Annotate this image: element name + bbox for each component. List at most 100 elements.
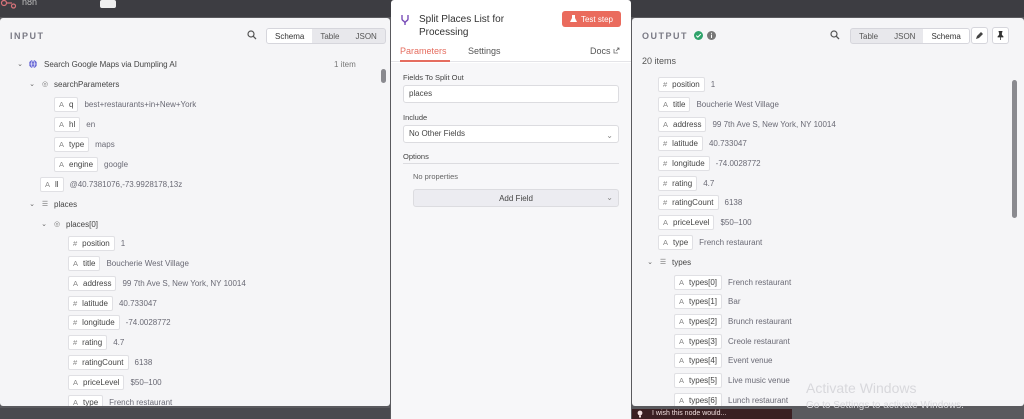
schema-row-types1[interactable]: Atypes[1] Bar — [674, 293, 740, 309]
field-pill[interactable]: # position — [68, 235, 115, 251]
string-type-icon: A — [679, 296, 685, 306]
schema-row-position[interactable]: # position 1 — [68, 235, 125, 251]
field-pill[interactable]: Atype — [68, 394, 104, 406]
field-value: -74.0028772 — [125, 317, 171, 327]
schema-row-address[interactable]: Aaddress 99 7th Ave S, New York, NY 10014 — [68, 275, 246, 291]
schema-row-rating[interactable]: # rating 4.7 — [68, 334, 124, 350]
field-pill[interactable]: Atitle — [658, 96, 691, 112]
tab-settings[interactable]: Settings — [468, 46, 501, 56]
fields-input[interactable]: places — [403, 85, 619, 103]
schema-row-q[interactable]: Aq best+restaurants+in+New+York — [54, 96, 196, 112]
schema-row-places0[interactable]: ⌄ ◎ places[0] — [40, 217, 98, 231]
schema-row-types5[interactable]: Atypes[5] Live music venue — [674, 372, 790, 388]
field-pill[interactable]: Atypes[6] — [674, 392, 723, 406]
chevron-down-icon[interactable]: ⌄ — [646, 258, 654, 266]
schema-row-type[interactable]: Atype French restaurant — [68, 394, 172, 406]
chevron-down-icon[interactable]: ⌄ — [40, 220, 48, 228]
schema-row-ratingcount[interactable]: # ratingCount 6138 — [658, 194, 743, 210]
schema-row-types2[interactable]: Atypes[2] Brunch restaurant — [674, 313, 792, 329]
field-pill[interactable]: Atype — [54, 136, 90, 152]
field-pill[interactable]: # longitude — [68, 314, 120, 330]
schema-row-longitude[interactable]: # longitude -74.0028772 — [658, 155, 761, 171]
field-pill[interactable]: Atypes[0] — [674, 274, 723, 290]
input-item-count: 1 item — [334, 60, 356, 69]
schema-row-address[interactable]: Aaddress 99 7th Ave S, New York, NY 10014 — [658, 116, 836, 132]
tab-schema[interactable]: Schema — [923, 29, 969, 43]
schema-row-ratingcount[interactable]: # ratingCount 6138 — [68, 354, 152, 370]
field-pill[interactable]: # rating — [658, 175, 698, 191]
schema-row-types4[interactable]: Atypes[4] Event venue — [674, 352, 773, 368]
schema-row-title[interactable]: Atitle Boucherie West Village — [68, 255, 189, 271]
schema-row-type[interactable]: Atype maps — [54, 136, 115, 152]
field-pill[interactable]: # latitude — [658, 135, 703, 151]
schema-row-pricelevel[interactable]: ApriceLevel $50–100 — [68, 374, 162, 390]
output-scrollbar[interactable] — [1012, 80, 1017, 218]
chevron-down-icon[interactable]: ⌄ — [16, 60, 24, 68]
toolbar-button[interactable] — [100, 0, 116, 8]
schema-row-latitude[interactable]: # latitude 40.733047 — [68, 295, 157, 311]
field-pill[interactable]: # ratingCount — [658, 194, 719, 210]
schema-row-types0[interactable]: Atypes[0] French restaurant — [674, 274, 791, 290]
schema-row-rating[interactable]: # rating 4.7 — [658, 175, 714, 191]
docs-link[interactable]: Docs — [590, 46, 620, 56]
field-pill[interactable]: # latitude — [68, 295, 113, 311]
field-pill[interactable]: Atypes[4] — [674, 352, 723, 368]
string-type-icon: A — [59, 99, 65, 109]
chevron-down-icon[interactable]: ⌄ — [28, 200, 36, 208]
tab-schema[interactable]: Schema — [267, 29, 313, 43]
schema-row-types[interactable]: ⌄ ☰ types — [646, 255, 691, 269]
schema-row-longitude[interactable]: # longitude -74.0028772 — [68, 314, 171, 330]
chevron-down-icon[interactable]: ⌄ — [28, 80, 36, 88]
search-icon[interactable] — [830, 30, 840, 40]
field-pill[interactable]: Aaddress — [658, 116, 707, 132]
field-pill[interactable]: Atypes[1] — [674, 293, 723, 309]
test-step-button[interactable]: Test step — [562, 11, 621, 27]
field-pill[interactable]: Ahl — [54, 116, 81, 132]
field-pill[interactable]: ApriceLevel — [68, 374, 125, 390]
field-value: 6138 — [724, 197, 743, 207]
pin-output-button[interactable] — [992, 27, 1009, 44]
info-icon[interactable] — [707, 31, 716, 40]
tab-json[interactable]: JSON — [886, 29, 923, 43]
tab-table[interactable]: Table — [851, 29, 886, 43]
node-header-row[interactable]: ⌄ Search Google Maps via Dumpling AI — [16, 57, 177, 71]
schema-row-places[interactable]: ⌄ ☰ places — [28, 197, 77, 211]
schema-row-ll[interactable]: All @40.7381076,-73.9928178,13z — [40, 176, 182, 192]
edit-output-button[interactable] — [971, 27, 988, 44]
schema-row-title[interactable]: Atitle Boucherie West Village — [658, 96, 779, 112]
feedback-bar[interactable]: I wish this node would... — [632, 409, 792, 419]
tab-table[interactable]: Table — [312, 29, 347, 43]
schema-row-types3[interactable]: Atypes[3] Creole restaurant — [674, 333, 790, 349]
field-pill[interactable]: Aaddress — [68, 275, 117, 291]
field-pill[interactable]: All — [40, 176, 64, 192]
field-pill[interactable]: Aq — [54, 96, 79, 112]
field-pill[interactable]: Atype — [658, 234, 694, 250]
list-icon: ☰ — [659, 259, 667, 266]
schema-row-pricelevel[interactable]: ApriceLevel $50–100 — [658, 214, 752, 230]
schema-row-types6[interactable]: Atypes[6] Lunch restaurant — [674, 392, 788, 406]
field-pill[interactable]: Atypes[2] — [674, 313, 723, 329]
input-scrollbar[interactable] — [381, 69, 386, 83]
field-pill[interactable]: Atypes[3] — [674, 333, 723, 349]
field-pill[interactable]: ApriceLevel — [658, 214, 715, 230]
tab-json[interactable]: JSON — [347, 29, 384, 43]
add-field-button[interactable]: Add Field ⌄ — [413, 189, 619, 207]
field-pill[interactable]: Atitle — [68, 255, 101, 271]
field-pill[interactable]: # position — [658, 76, 705, 92]
schema-row-type[interactable]: Atype French restaurant — [658, 234, 762, 250]
field-pill[interactable]: # longitude — [658, 155, 710, 171]
schema-row-position[interactable]: # position 1 — [658, 76, 715, 92]
schema-row-hl[interactable]: Ahl en — [54, 116, 95, 132]
string-type-icon: A — [679, 395, 685, 405]
field-pill[interactable]: Atypes[5] — [674, 372, 723, 388]
schema-row-latitude[interactable]: # latitude 40.733047 — [658, 135, 747, 151]
schema-row-searchparameters[interactable]: ⌄ ◎ searchParameters — [28, 77, 119, 91]
field-label: address — [673, 119, 702, 129]
schema-row-engine[interactable]: Aengine google — [54, 156, 128, 172]
tab-parameters[interactable]: Parameters — [400, 46, 447, 56]
field-pill[interactable]: # rating — [68, 334, 108, 350]
field-pill[interactable]: Aengine — [54, 156, 99, 172]
search-icon[interactable] — [247, 30, 257, 40]
field-pill[interactable]: # ratingCount — [68, 354, 129, 370]
include-select[interactable]: No Other Fields ⌄ — [403, 125, 619, 143]
